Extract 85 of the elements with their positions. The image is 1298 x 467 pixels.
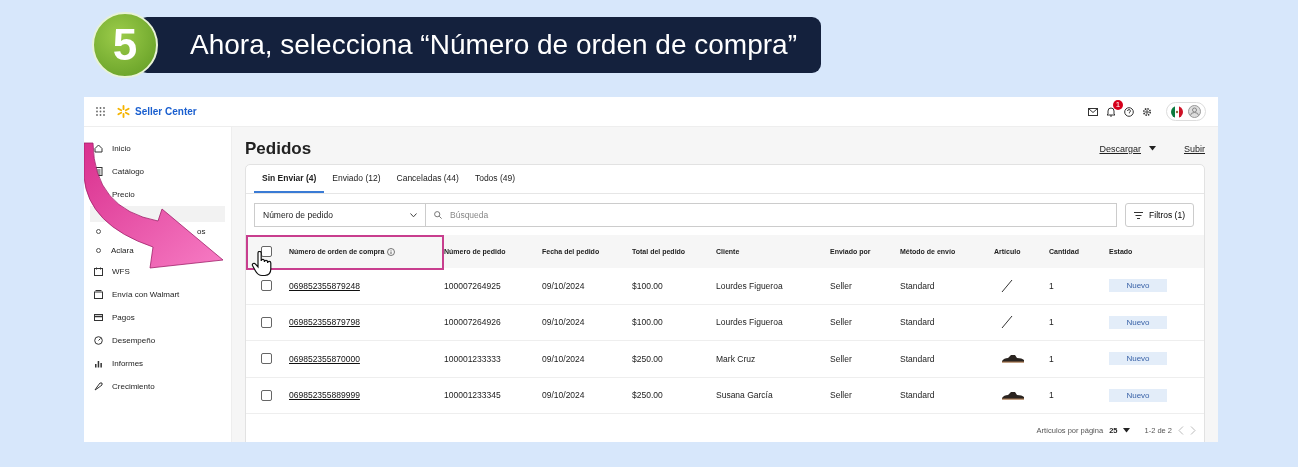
sidebar-item[interactable]: Precio: [112, 190, 135, 199]
row-checkbox[interactable]: [260, 389, 272, 401]
bell-icon[interactable]: [1106, 106, 1116, 117]
card-icon: [94, 313, 103, 322]
table-cell: 1: [1049, 390, 1054, 401]
table-cell: Lourdes Figueroa: [716, 317, 783, 328]
sidebar-item[interactable]: Catálogo: [112, 167, 145, 176]
step-number: 5: [92, 12, 158, 78]
sidebar-item[interactable]: Informes: [112, 359, 144, 368]
order-link[interactable]: 069852355870000: [289, 353, 360, 364]
order-link[interactable]: 069852355889999: [289, 390, 360, 401]
download-link[interactable]: Descargar: [1099, 143, 1141, 154]
table-cell: Susana García: [716, 390, 773, 401]
flag-icon[interactable]: [1171, 105, 1183, 118]
table-cell: 09/10/2024: [542, 280, 585, 291]
sidebar-item[interactable]: Desempeño: [112, 336, 156, 345]
table-cell: Seller: [830, 317, 852, 328]
table-cell: 100001233333: [444, 353, 501, 364]
table-cell: Seller: [830, 280, 852, 291]
calendar-icon: [94, 267, 103, 276]
order-link[interactable]: 069852355879248: [289, 280, 360, 291]
sidebar-subitem[interactable]: Aclara: [111, 246, 134, 255]
table-cell: 09/10/2024: [542, 390, 585, 401]
sidebar-item[interactable]: Envía con Walmart: [112, 290, 180, 299]
settings-icon[interactable]: [1142, 106, 1152, 117]
list-icon: [94, 167, 103, 176]
status-badge: Nuevo: [1109, 315, 1167, 329]
table-cell: 1: [1049, 353, 1054, 364]
status-badge: Nuevo: [1109, 279, 1167, 293]
table-cell: Lourdes Figueroa: [716, 280, 783, 291]
tab[interactable]: Canceladas (44): [388, 165, 467, 193]
tab[interactable]: Todos (49): [466, 165, 524, 193]
chevron-down-icon: [410, 212, 417, 218]
table-cell: Mark Cruz: [716, 353, 756, 364]
caret-icon[interactable]: [1123, 427, 1131, 433]
sidebar-item[interactable]: Pagos: [112, 313, 135, 322]
status-badge: Nuevo: [1109, 352, 1167, 366]
filter-dropdown[interactable]: Número de pedido: [254, 203, 426, 227]
sidebar-item[interactable]: WFS: [112, 267, 130, 276]
spark-logo-icon: [117, 105, 130, 118]
table-cell: 1: [1049, 280, 1054, 291]
tab[interactable]: Sin Enviar (4): [254, 165, 325, 193]
home-icon: [94, 144, 103, 153]
table-cell: Standard: [900, 390, 935, 401]
tab[interactable]: Enviado (12): [324, 165, 389, 193]
table-cell: $100.00: [632, 280, 663, 291]
sidebar-item[interactable]: Crecimiento: [112, 382, 155, 391]
table-cell: Standard: [900, 317, 935, 328]
gauge-icon: [94, 336, 103, 345]
table-cell: Standard: [900, 353, 935, 364]
notification-badge: 1: [1113, 100, 1123, 110]
box-icon: [94, 290, 103, 299]
table-cell: 09/10/2024: [542, 353, 585, 364]
table-cell: 100001233345: [444, 390, 501, 401]
upload-link[interactable]: Subir: [1184, 143, 1205, 154]
caret-icon[interactable]: [1149, 146, 1156, 151]
help-icon[interactable]: [1124, 106, 1134, 117]
table-cell: 100007264925: [444, 280, 501, 291]
avatar-icon[interactable]: [1188, 105, 1201, 118]
table-cell: $250.00: [632, 353, 663, 364]
search-icon: [434, 211, 442, 219]
row-checkbox[interactable]: [260, 316, 272, 328]
info-icon: [387, 247, 396, 256]
sidebar-item[interactable]: Inicio: [112, 144, 131, 153]
row-checkbox[interactable]: [260, 353, 272, 365]
bar-chart-icon: [94, 359, 103, 368]
search-field[interactable]: Búsqueda: [426, 203, 1118, 227]
table-cell: $100.00: [632, 317, 663, 328]
table-cell: 1: [1049, 317, 1054, 328]
row-checkbox[interactable]: [260, 280, 272, 292]
brand-name[interactable]: Seller Center: [135, 106, 197, 117]
table-cell: $250.00: [632, 390, 663, 401]
sidebar-subitem[interactable]: os: [197, 227, 206, 236]
page-title: Pedidos: [245, 138, 312, 159]
table-cell: 09/10/2024: [542, 317, 585, 328]
table-cell: 100007264926: [444, 317, 501, 328]
table-cell: Standard: [900, 280, 935, 291]
table-cell: Seller: [830, 353, 852, 364]
table-cell: Seller: [830, 390, 852, 401]
mail-icon[interactable]: [1088, 107, 1098, 116]
status-badge: Nuevo: [1109, 388, 1167, 402]
app-grid-icon[interactable]: [96, 107, 105, 116]
filter-icon: [1134, 211, 1144, 219]
filters-button[interactable]: Filtros (1): [1125, 203, 1194, 227]
order-link[interactable]: 069852355879798: [289, 317, 360, 328]
